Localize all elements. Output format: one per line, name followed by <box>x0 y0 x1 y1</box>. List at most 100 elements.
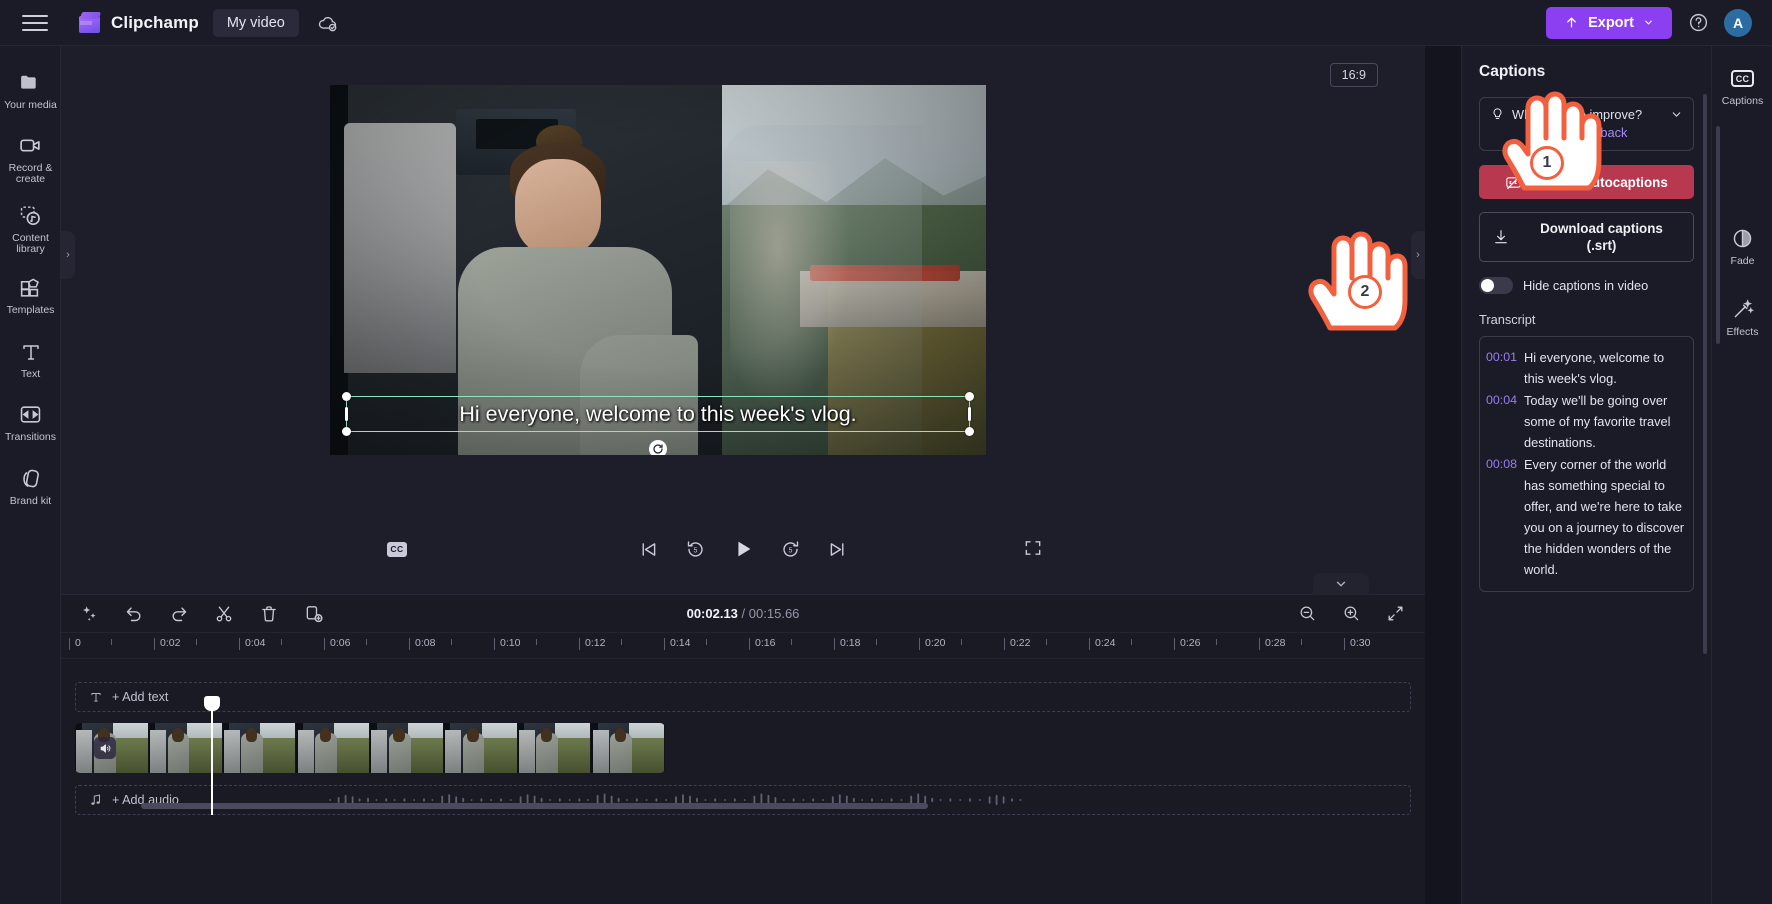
hamburger-menu-icon[interactable] <box>22 10 48 36</box>
resize-handle-middle-right[interactable] <box>968 407 971 421</box>
sidebar-label: Transitions <box>5 430 56 443</box>
duplicate-icon[interactable] <box>302 602 326 626</box>
magic-tools-icon[interactable] <box>77 602 101 626</box>
fit-to-screen-icon[interactable] <box>1383 602 1407 626</box>
current-time: 00:02.13 <box>686 606 738 621</box>
right-rail-scrollbar[interactable] <box>1716 126 1720 344</box>
skip-to-end-icon[interactable] <box>825 537 850 562</box>
collapse-left-panel-button[interactable]: › <box>61 231 75 279</box>
redo-icon[interactable] <box>167 602 191 626</box>
resize-handle-bottom-right[interactable] <box>965 427 974 436</box>
timeline-horizontal-scrollbar[interactable] <box>141 803 928 809</box>
export-button[interactable]: Export <box>1546 6 1672 39</box>
chevron-down-icon[interactable] <box>1670 108 1683 121</box>
rail-label: Fade <box>1730 255 1755 267</box>
sidebar-item-transitions[interactable]: Transitions <box>0 388 61 451</box>
resize-handle-top-left[interactable] <box>342 392 351 401</box>
project-name-chip[interactable]: My video <box>212 8 299 37</box>
sidebar-label: Your media <box>4 99 57 111</box>
ruler-tick: 0:28 <box>1258 637 1286 650</box>
forward-5-seconds-icon[interactable]: 5 <box>778 537 803 562</box>
caption-text-overlay[interactable]: Hi everyone, welcome to this week's vlog… <box>342 392 974 436</box>
text-t-icon <box>18 339 44 364</box>
video-clip[interactable] <box>75 723 665 773</box>
transcript-box[interactable]: 00:01 Hi everyone, welcome to this week'… <box>1479 336 1694 592</box>
music-note-icon <box>88 793 103 808</box>
hide-captions-toggle-row[interactable]: Hide captions in video <box>1479 277 1694 294</box>
clipchamp-editor: Clipchamp My video Export A Your media R… <box>0 0 1772 904</box>
delete-trash-icon[interactable] <box>257 602 281 626</box>
add-text-track[interactable]: + Add text <box>75 682 1411 712</box>
turn-off-autocaptions-button[interactable]: Turn off autocaptions <box>1479 165 1694 199</box>
ruler-tick: 0:30 <box>1343 637 1371 650</box>
transcript-row[interactable]: 00:08 Every corner of the world has some… <box>1486 454 1685 580</box>
sidebar-item-text[interactable]: Text <box>0 323 61 388</box>
download-captions-label-line2: (.srt) <box>1586 238 1617 253</box>
rail-item-captions[interactable]: CC Captions <box>1712 58 1772 116</box>
timeline: 00:02.13 / 00:15.66 0 0:02 0:04 0:06 0:0… <box>61 573 1425 904</box>
playhead[interactable] <box>204 696 220 815</box>
cloud-saved-icon[interactable] <box>315 10 341 36</box>
aspect-ratio-badge[interactable]: 16:9 <box>1329 63 1378 87</box>
add-audio-track[interactable]: + Add audio <box>75 785 1411 815</box>
sidebar-item-templates[interactable]: Templates <box>0 263 61 324</box>
zoom-in-icon[interactable] <box>1339 602 1363 626</box>
download-captions-button[interactable]: Download captions (.srt) <box>1479 212 1694 262</box>
download-icon <box>1492 228 1510 246</box>
transcript-row[interactable]: 00:04 Today we'll be going over some of … <box>1486 390 1685 453</box>
captions-panel-scrollbar[interactable] <box>1703 94 1707 654</box>
rail-item-effects[interactable]: Effects <box>1712 276 1772 347</box>
rotate-icon[interactable] <box>649 440 667 455</box>
sidebar-item-record-create[interactable]: Record & create <box>0 119 61 193</box>
sidebar-label: Text <box>20 368 41 380</box>
sidebar-item-content-library[interactable]: Content library <box>0 193 61 263</box>
video-preview[interactable]: Hi everyone, welcome to this week's vlog… <box>330 85 986 455</box>
video-preview-wrapper: Hi everyone, welcome to this week's vlog… <box>330 85 986 455</box>
brand-kit-icon <box>18 466 44 491</box>
undo-icon[interactable] <box>122 602 146 626</box>
svg-text:5: 5 <box>789 547 793 554</box>
timeline-collapse-chevron[interactable] <box>1313 573 1369 595</box>
collapse-right-panel-button[interactable]: › <box>1411 231 1425 279</box>
timeline-ruler[interactable]: 0 0:02 0:04 0:06 0:08 0:10 0:12 0:14 0:1… <box>61 633 1425 659</box>
sidebar-item-brand-kit[interactable]: Brand kit <box>0 450 61 515</box>
resize-handle-top-right[interactable] <box>965 392 974 401</box>
skip-to-start-icon[interactable] <box>636 537 661 562</box>
rail-label: Effects <box>1726 326 1759 338</box>
ruler-tick: 0:16 <box>748 637 776 650</box>
rail-item-hidden-behind-cursor[interactable] <box>1712 116 1772 179</box>
split-scissors-icon[interactable] <box>212 602 236 626</box>
ruler-tick: 0 <box>69 637 81 650</box>
feedback-box[interactable]: What can we improve? Give feedback <box>1479 97 1694 151</box>
sidebar-item-your-media[interactable]: Your media <box>0 56 61 119</box>
resize-handle-bottom-left[interactable] <box>342 427 351 436</box>
obscured-icon <box>1731 142 1755 165</box>
rewind-5-seconds-icon[interactable]: 5 <box>683 537 708 562</box>
annotation-badge-2: 2 <box>1348 275 1382 309</box>
captions-panel: Captions What can we improve? Give feedb… <box>1461 46 1711 904</box>
transitions-icon <box>18 402 44 427</box>
resize-handle-middle-left[interactable] <box>345 407 348 421</box>
lightbulb-icon <box>1490 107 1505 122</box>
play-icon[interactable] <box>730 536 756 562</box>
give-feedback-link[interactable]: Give feedback <box>1490 125 1683 140</box>
zoom-out-icon[interactable] <box>1295 602 1319 626</box>
speaker-icon[interactable] <box>94 737 116 759</box>
time-separator: / <box>741 606 746 621</box>
sidebar-label: Record & create <box>8 161 53 185</box>
download-captions-label-line1: Download captions <box>1540 221 1663 236</box>
right-properties-rail: CC Captions Fade Effects <box>1711 46 1772 904</box>
help-circle-icon[interactable] <box>1686 11 1710 35</box>
annotation-badge-1: 1 <box>1530 146 1564 180</box>
total-time: 00:15.66 <box>748 606 800 621</box>
transcript-text: Today we'll be going over some of my fav… <box>1524 393 1671 450</box>
fullscreen-icon[interactable] <box>1023 538 1045 560</box>
transcript-row[interactable]: 00:01 Hi everyone, welcome to this week'… <box>1486 347 1685 389</box>
rail-item-fade[interactable]: Fade <box>1712 179 1772 276</box>
avatar[interactable]: A <box>1724 8 1752 37</box>
ruler-tick: 0:04 <box>238 637 266 650</box>
ruler-tick: 0:02 <box>153 637 181 650</box>
top-bar: Clipchamp My video Export A <box>0 0 1772 46</box>
hide-captions-in-video-toggle[interactable] <box>1479 277 1513 294</box>
ruler-tick: 0:06 <box>323 637 351 650</box>
